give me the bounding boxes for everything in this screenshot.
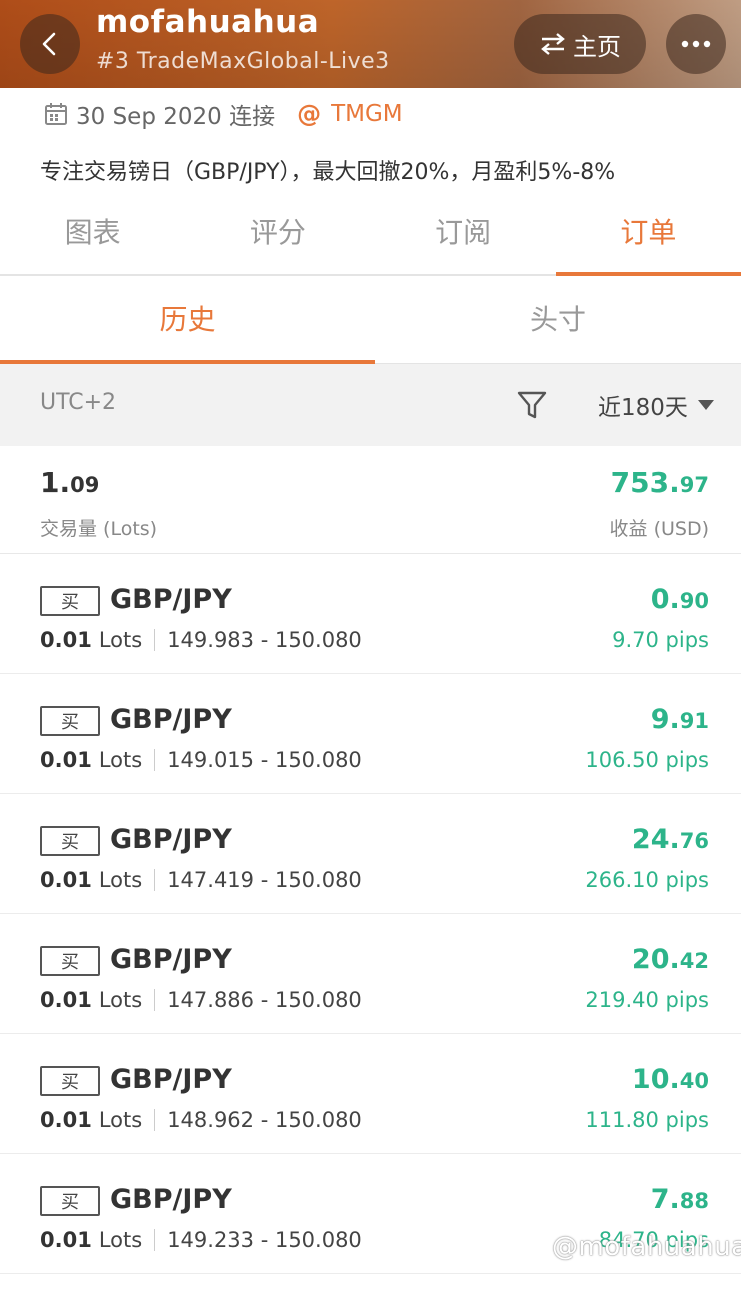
connected-date: 30 Sep 2020 连接 [76,104,276,130]
order-profit: 20.42 [631,944,709,975]
order-pips: 111.80 pips [585,1108,709,1132]
main-tabs: 图表 评分 订阅 订单 [0,196,741,276]
account-info: 30 Sep 2020 连接 @ TMGM [44,97,403,131]
order-lots: 0.01 Lots 149.233 - 150.080 [40,1228,362,1252]
price-range: 147.419 - 150.080 [167,868,362,892]
divider [154,629,156,651]
order-symbol: GBP/JPY [110,704,232,735]
side-badge: 买 [40,586,100,616]
summary-panel: 1.09 交易量 (Lots) 753.97 收益 (USD) [0,446,741,554]
calendar-icon [45,103,67,125]
tab-history[interactable]: 历史 [0,278,375,364]
order-row[interactable]: 买 GBP/JPY 0.01 Lots 147.419 - 150.080 24.… [0,794,741,914]
more-dots-icon [681,40,711,48]
divider [154,989,156,1011]
order-lots: 0.01 Lots 149.015 - 150.080 [40,748,362,772]
price-range: 147.886 - 150.080 [167,988,362,1012]
strategy-description: 专注交易镑日（GBP/JPY），最大回撤20%，月盈利5%-8% [40,160,616,185]
tab-subscribe[interactable]: 订阅 [371,196,556,274]
total-lots: 1.09 [40,466,100,499]
side-badge: 买 [40,1066,100,1096]
home-button[interactable]: 主页 [514,14,646,74]
total-profit-label: 收益 (USD) [609,518,709,540]
order-profit: 7.88 [650,1184,709,1215]
profile-header: mofahuahua #3 TradeMaxGlobal-Live3 主页 [0,0,741,88]
order-list: 买 GBP/JPY 0.01 Lots 149.983 - 150.080 0.9… [0,554,741,1274]
tab-positions[interactable]: 头寸 [375,278,741,363]
order-lots: 0.01 Lots 147.886 - 150.080 [40,988,362,1012]
price-range: 149.015 - 150.080 [167,748,362,772]
order-profit: 9.91 [650,704,709,735]
total-lots-label: 交易量 (Lots) [40,518,158,540]
order-pips: 266.10 pips [585,868,709,892]
sub-tabs: 历史 头寸 [0,278,741,364]
order-row[interactable]: 买 GBP/JPY 0.01 Lots 148.962 - 150.080 10.… [0,1034,741,1154]
divider [154,1229,156,1251]
side-badge: 买 [40,706,100,736]
order-row[interactable]: 买 GBP/JPY 0.01 Lots 149.015 - 150.080 9.9… [0,674,741,794]
filter-icon [517,391,547,419]
watermark: @mofahuahua [522,1232,741,1262]
total-profit: 753.97 [610,466,709,499]
order-symbol: GBP/JPY [110,1184,232,1215]
side-badge: 买 [40,826,100,856]
divider [154,1109,156,1131]
order-symbol: GBP/JPY [110,1064,232,1095]
order-profit: 10.40 [631,1064,709,1095]
tab-chart[interactable]: 图表 [0,196,185,274]
caret-down-icon [697,400,714,410]
home-button-label: 主页 [573,32,621,61]
order-lots: 0.01 Lots 148.962 - 150.080 [40,1108,362,1132]
divider [154,749,156,771]
more-button[interactable] [666,14,726,74]
side-badge: 买 [40,1186,100,1216]
swap-icon [541,33,565,55]
order-pips: 9.70 pips [612,628,709,652]
order-symbol: GBP/JPY [110,584,232,615]
account-name: mofahuahua [96,4,320,40]
chevron-left-icon [42,32,56,56]
price-range: 149.233 - 150.080 [167,1228,362,1252]
broker-link[interactable]: @ TMGM [297,100,403,128]
weibo-logo-icon [523,1238,546,1257]
side-badge: 买 [40,946,100,976]
order-row[interactable]: 买 GBP/JPY 0.01 Lots 147.886 - 150.080 20.… [0,914,741,1034]
order-pips: 219.40 pips [585,988,709,1012]
price-range: 149.983 - 150.080 [167,628,362,652]
timezone-label: UTC+2 [40,390,117,415]
back-button[interactable] [20,14,80,74]
period-dropdown[interactable]: 近180天 [598,388,714,422]
filter-button[interactable] [516,390,548,420]
order-profit: 0.90 [650,584,709,615]
order-pips: 106.50 pips [585,748,709,772]
divider [154,869,156,891]
tab-rating[interactable]: 评分 [185,196,370,274]
order-symbol: GBP/JPY [110,944,232,975]
order-lots: 0.01 Lots 147.419 - 150.080 [40,868,362,892]
broker-name: TMGM [331,101,403,127]
account-subtitle: #3 TradeMaxGlobal-Live3 [96,49,390,74]
order-profit: 24.76 [631,824,709,855]
watermark-text: @mofahuahua [552,1232,741,1262]
filter-bar: UTC+2 近180天 [0,364,741,446]
order-lots: 0.01 Lots 149.983 - 150.080 [40,628,362,652]
at-icon: @ [297,100,322,128]
order-row[interactable]: 买 GBP/JPY 0.01 Lots 149.983 - 150.080 0.9… [0,554,741,674]
tab-orders[interactable]: 订单 [555,196,741,276]
order-symbol: GBP/JPY [110,824,232,855]
period-value: 近180天 [598,395,688,421]
price-range: 148.962 - 150.080 [167,1108,362,1132]
